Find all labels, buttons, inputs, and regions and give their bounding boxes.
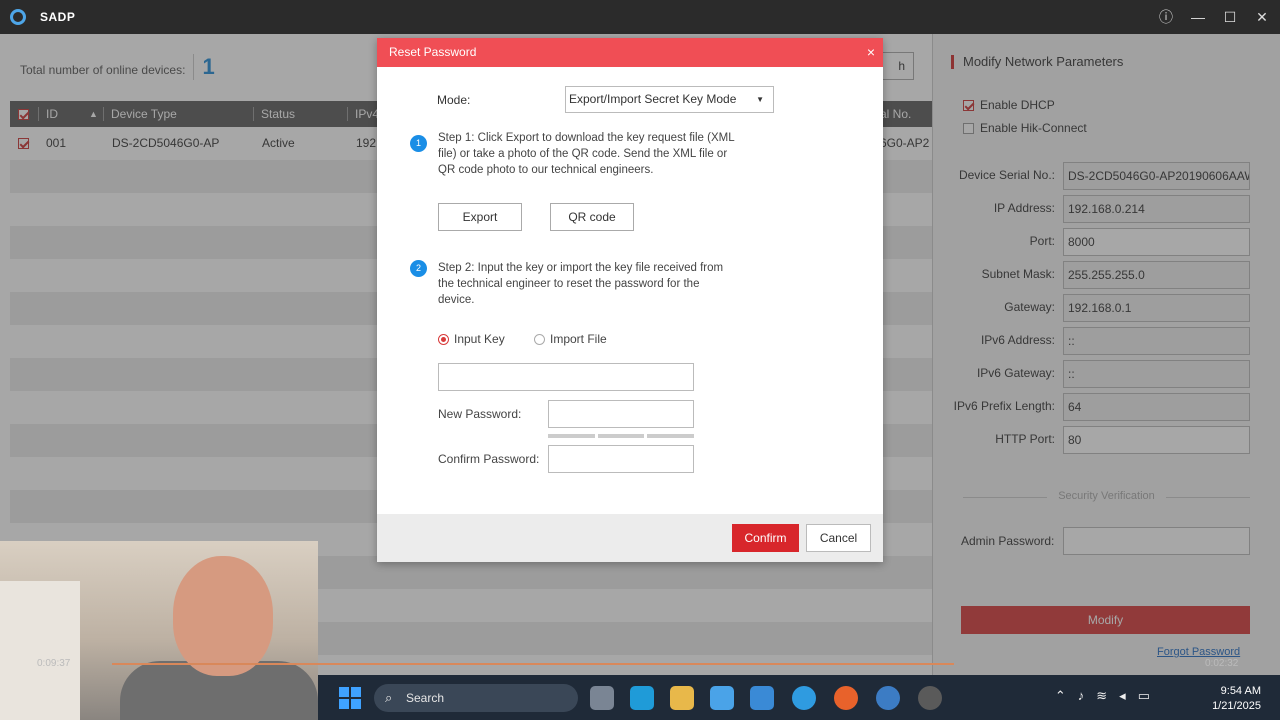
taskbar-search[interactable]: ⌕ Search xyxy=(374,684,578,712)
input-key-label: Input Key xyxy=(454,332,505,346)
confirm-password-input[interactable] xyxy=(548,445,694,473)
photos-icon[interactable] xyxy=(710,686,734,710)
dialog-close-icon[interactable]: × xyxy=(867,38,875,67)
search-placeholder: Search xyxy=(406,691,445,705)
app-title: SADP xyxy=(40,10,76,24)
export-button[interactable]: Export xyxy=(438,203,522,231)
title-bar: SADP ⓘ — ☐ ✕ xyxy=(0,0,1280,34)
input-key-radio[interactable]: Input Key xyxy=(438,332,505,346)
step2-instructions: Step 2: Input the key or import the key … xyxy=(438,262,724,306)
microphone-icon[interactable]: ♪ xyxy=(1078,688,1085,704)
webcam-background-door xyxy=(0,581,80,720)
new-password-input[interactable] xyxy=(548,400,694,428)
key-input[interactable] xyxy=(438,363,694,391)
firefox-icon[interactable] xyxy=(834,686,858,710)
search-icon: ⌕ xyxy=(385,690,393,705)
clock-time: 9:54 AM xyxy=(1220,685,1261,697)
minimize-icon[interactable]: — xyxy=(1190,9,1206,25)
video-progress-bar[interactable]: 0:09:37 0:02:32 xyxy=(0,658,1280,669)
password-strength-meter xyxy=(548,434,695,438)
file-explorer-icon[interactable] xyxy=(670,686,694,710)
dialog-footer: Confirm Cancel xyxy=(377,514,883,562)
system-tray: ⌃ ♪ ≋ ◂ ▭ xyxy=(1055,688,1150,704)
windows-taskbar: ⌕ Search ⌃ ♪ ≋ ◂ ▭ 9:54 AM 1/21/2025 xyxy=(318,675,1280,720)
maximize-icon[interactable]: ☐ xyxy=(1222,9,1238,26)
wifi-icon[interactable]: ≋ xyxy=(1096,688,1107,704)
task-view-icon[interactable] xyxy=(590,686,614,710)
sadp-logo-icon xyxy=(10,9,26,25)
confirm-password-label: Confirm Password: xyxy=(438,452,540,466)
info-icon[interactable]: ⓘ xyxy=(1158,7,1174,27)
import-file-label: Import File xyxy=(550,332,607,346)
cancel-button[interactable]: Cancel xyxy=(806,524,871,552)
volume-icon[interactable]: ◂ xyxy=(1119,688,1126,704)
mode-label: Mode: xyxy=(437,93,471,107)
store-icon[interactable] xyxy=(750,686,774,710)
chrome-icon[interactable] xyxy=(792,686,816,710)
video-elapsed-time: 0:09:37 xyxy=(37,658,71,669)
chevron-up-icon[interactable]: ⌃ xyxy=(1055,688,1066,704)
video-remaining-time: 0:02:32 xyxy=(1205,658,1239,669)
step2-badge-icon: 2 xyxy=(410,260,427,277)
qr-code-button[interactable]: QR code xyxy=(550,203,634,231)
step1-badge-icon: 1 xyxy=(410,135,427,152)
step1-instructions: Step 1: Click Export to download the key… xyxy=(438,132,735,176)
reset-password-dialog: Reset Password × Mode: Export/Import Sec… xyxy=(377,38,883,562)
taskbar-clock[interactable]: 9:54 AM 1/21/2025 xyxy=(1212,684,1261,714)
clock-date: 1/21/2025 xyxy=(1212,700,1261,712)
radio-selected-icon xyxy=(438,334,449,346)
confirm-button[interactable]: Confirm xyxy=(732,524,799,552)
import-file-radio[interactable]: Import File xyxy=(534,332,607,346)
app-icon[interactable] xyxy=(918,686,942,710)
webcam-overlay xyxy=(0,541,318,720)
video-progress-track[interactable] xyxy=(112,663,954,665)
webcam-person-head xyxy=(173,556,273,676)
window-controls: ⓘ — ☐ ✕ xyxy=(1158,0,1270,34)
close-window-icon[interactable]: ✕ xyxy=(1254,9,1270,26)
new-password-label: New Password: xyxy=(438,407,522,421)
dialog-header: Reset Password × xyxy=(377,38,883,67)
radio-unselected-icon xyxy=(534,334,545,346)
dialog-title: Reset Password xyxy=(389,45,477,59)
windows-start-icon[interactable] xyxy=(339,687,361,709)
mode-select[interactable]: Export/Import Secret Key Mode ▼ xyxy=(565,86,774,113)
battery-icon[interactable]: ▭ xyxy=(1138,688,1150,704)
sadp-taskbar-icon[interactable] xyxy=(876,686,900,710)
edge-icon[interactable] xyxy=(630,686,654,710)
mode-select-value: Export/Import Secret Key Mode xyxy=(569,92,737,106)
dropdown-caret-icon: ▼ xyxy=(756,95,764,104)
